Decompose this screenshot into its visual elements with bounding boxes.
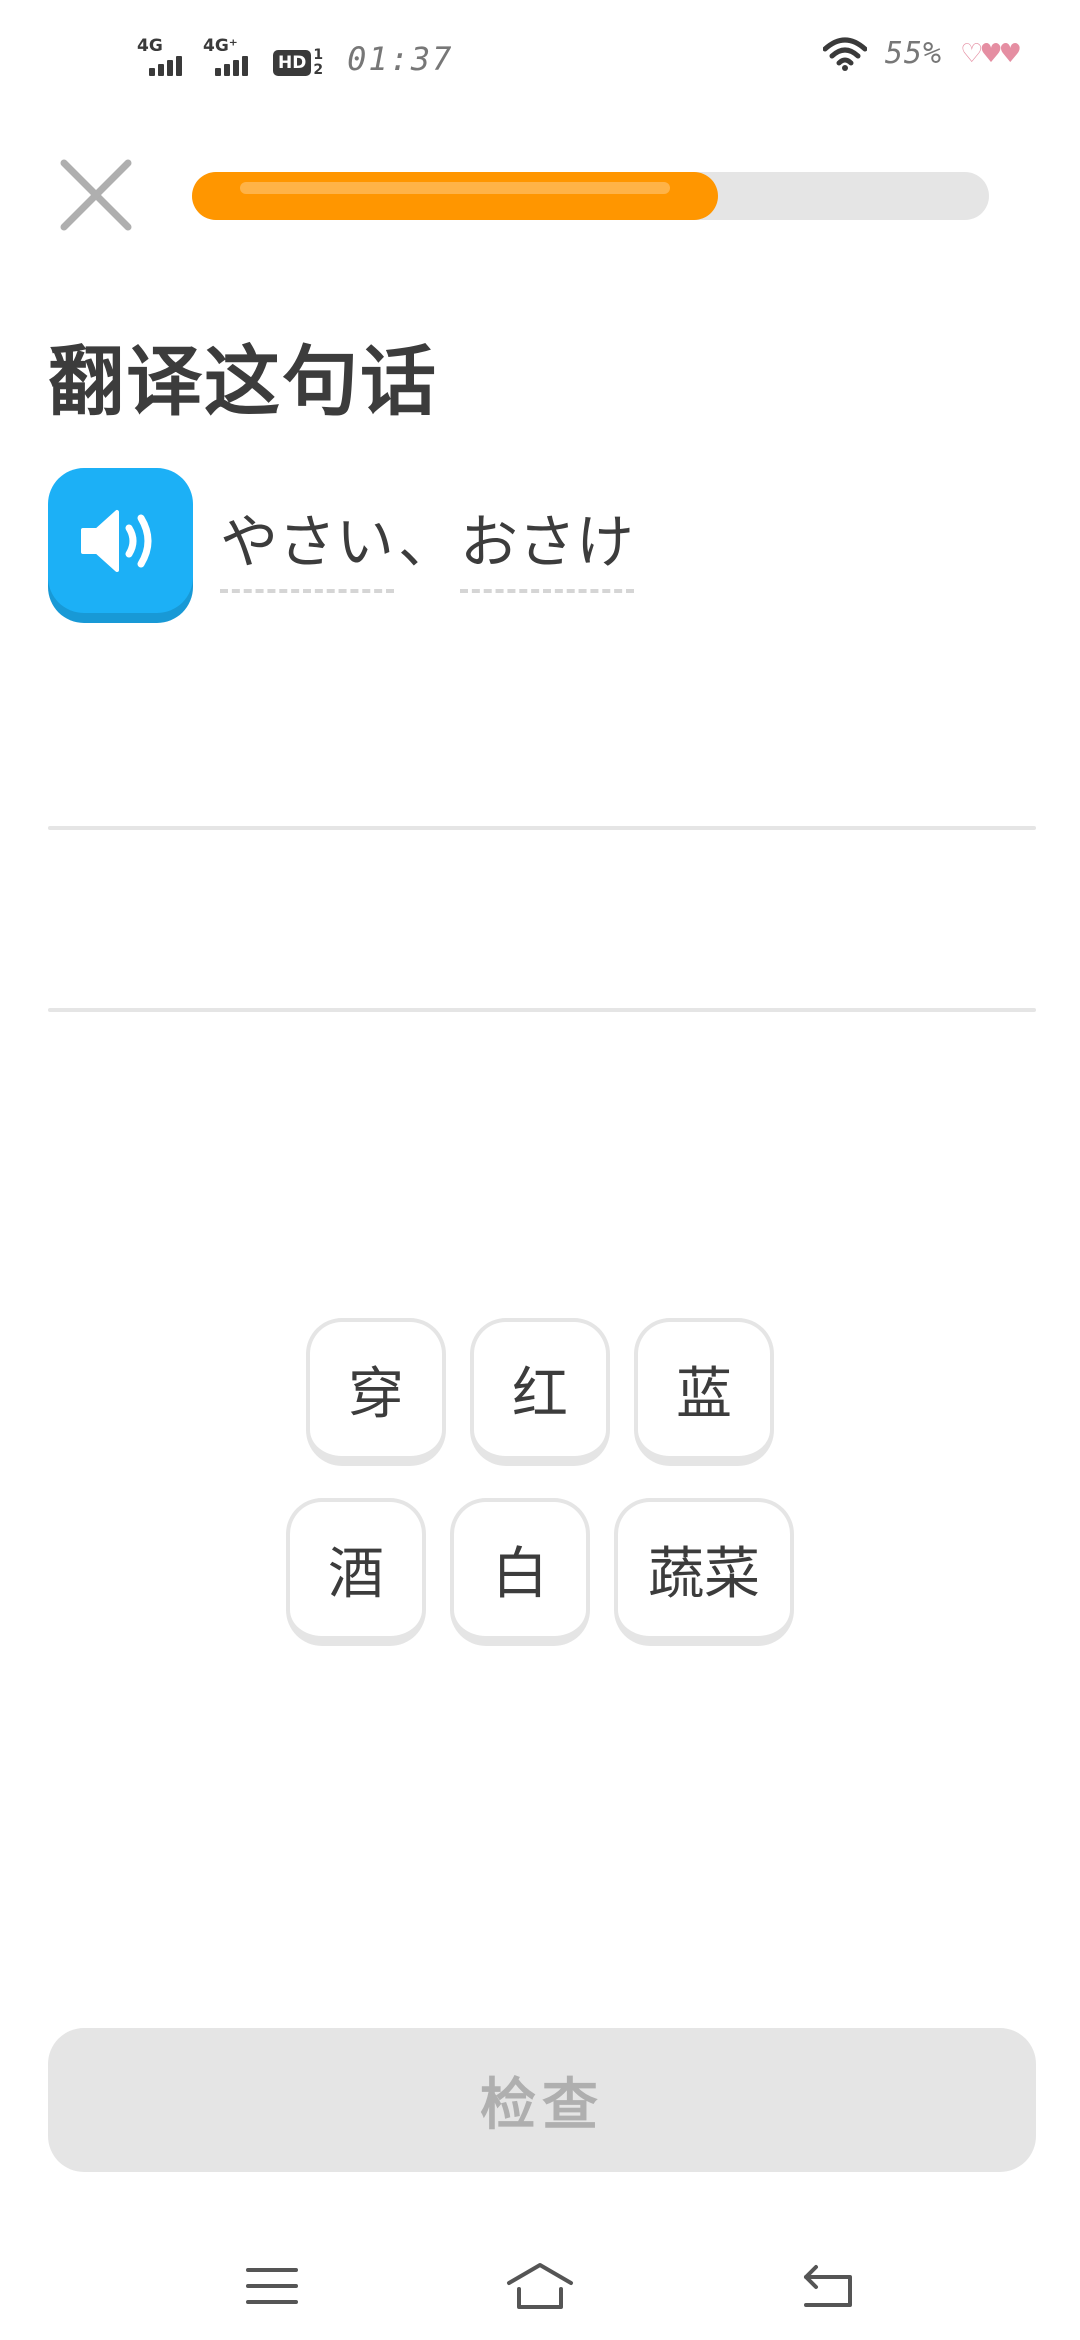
nav-home-button[interactable] (505, 2256, 575, 2316)
nav-menu-button[interactable] (237, 2256, 307, 2316)
menu-icon (246, 2268, 298, 2304)
word-bank-row-2: 酒 白 蔬菜 (0, 1498, 1080, 1646)
nav-back-button[interactable] (793, 2256, 863, 2316)
hd-voice-icon: HD 12 (273, 48, 323, 78)
answer-line-1[interactable] (48, 826, 1036, 830)
prompt-token-osake[interactable]: おさけ (460, 495, 635, 593)
hd-label: HD (273, 50, 312, 76)
word-chip[interactable]: 白 (450, 1498, 590, 1646)
play-audio-button[interactable] (48, 468, 193, 613)
signal-2-icon: 4G⁺ (201, 36, 257, 78)
page-title: 翻译这句话 (48, 337, 438, 426)
signal-1-label: 4G (137, 36, 163, 56)
prompt-token-yasai[interactable]: やさい (220, 495, 395, 593)
status-time: 01:37 (347, 40, 454, 78)
lesson-progress-fill (192, 172, 719, 220)
hearts-icon: ♡♥♥ (960, 38, 1022, 69)
word-chip[interactable]: 蓝 (634, 1318, 774, 1466)
signal-1-icon: 4G (135, 36, 191, 78)
word-chip[interactable]: 蔬菜 (614, 1498, 794, 1646)
signal-2-label: 4G⁺ (203, 36, 238, 56)
prompt-sentence: やさい 、 おさけ (220, 495, 635, 593)
close-icon (60, 159, 132, 231)
battery-percent: 55% (884, 36, 943, 71)
system-nav-bar (0, 2240, 1080, 2340)
word-chip[interactable]: 酒 (286, 1498, 426, 1646)
close-button[interactable] (56, 155, 136, 235)
prompt-punctuation: 、 (398, 508, 457, 576)
status-right: 55% ♡♥♥ (822, 36, 1022, 71)
word-chip[interactable]: 穿 (306, 1318, 446, 1466)
hd-bottom: 2 (313, 62, 324, 78)
wifi-icon (822, 37, 867, 71)
status-bar: 4G 4G⁺ HD 12 01:37 55% ♡♥♥ (0, 0, 1080, 120)
progress-shine (240, 182, 671, 194)
home-icon (507, 2263, 573, 2309)
lesson-progress-bar (192, 172, 989, 220)
word-bank-row-1: 穿 红 蓝 (0, 1318, 1080, 1466)
word-chip[interactable]: 红 (470, 1318, 610, 1466)
hd-top: 1 (313, 47, 324, 63)
status-left: 4G 4G⁺ HD 12 01:37 (135, 36, 454, 78)
answer-line-2[interactable] (48, 1008, 1036, 1012)
check-button[interactable]: 检查 (48, 2028, 1036, 2172)
back-icon (804, 2265, 852, 2307)
speaker-icon (80, 509, 151, 572)
